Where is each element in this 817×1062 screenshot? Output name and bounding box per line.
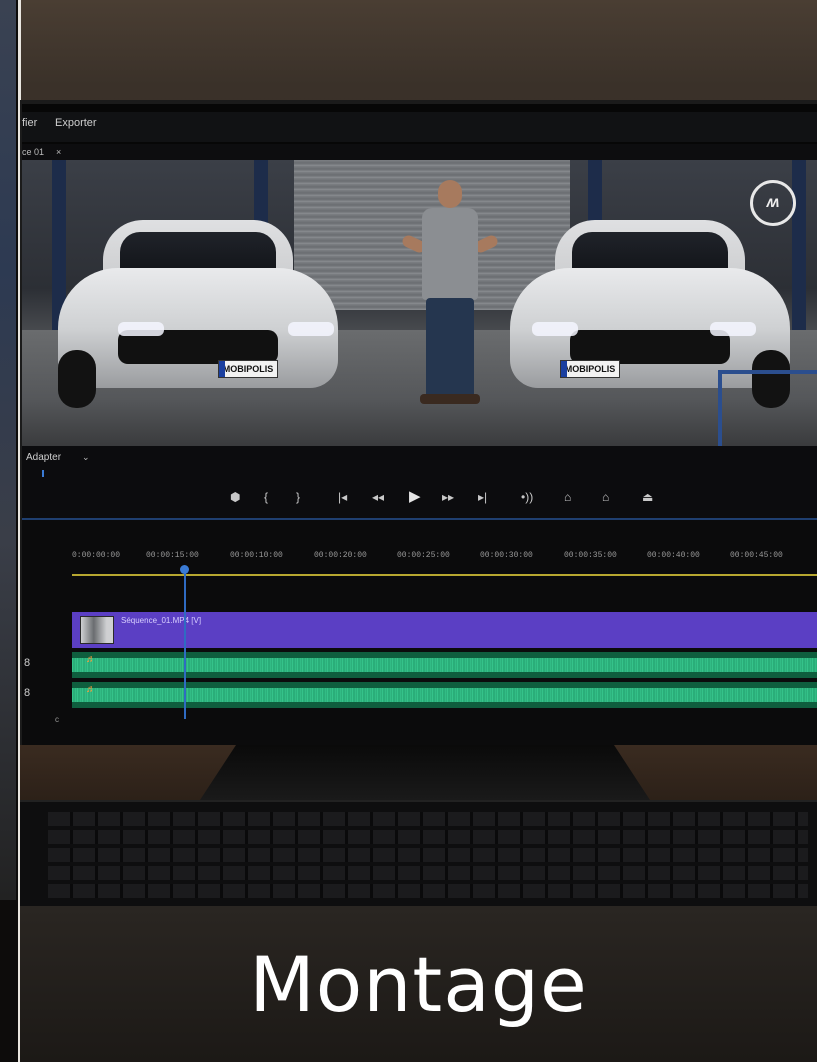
car-wheel <box>58 350 96 408</box>
page-title: Montage <box>249 940 588 1029</box>
timecode: 0:00:00:00 <box>72 551 121 560</box>
timecode: 00:00:45:00 <box>730 551 783 560</box>
track-label: c <box>55 715 59 724</box>
export-frame-icon[interactable]: ⏏ <box>642 490 653 504</box>
mark-in-icon[interactable]: { <box>264 490 268 504</box>
step-back-icon[interactable]: ◂◂ <box>372 490 384 504</box>
chevron-down-icon[interactable]: ⌄ <box>82 452 90 463</box>
monitor-stand <box>200 745 650 800</box>
license-plate: MOBIPOLIS <box>560 360 620 378</box>
car-grille <box>570 330 730 364</box>
audio-note-icon: ♬ <box>86 654 96 665</box>
timecode: 00:00:10:00 <box>230 551 283 560</box>
go-to-in-icon[interactable]: |◂ <box>338 490 347 504</box>
mark-out-icon[interactable]: } <box>296 490 300 504</box>
program-preview: MOBIPOLIS MOBIPOLIS ʍ <box>22 160 817 446</box>
fit-dropdown[interactable]: Adapter <box>26 452 61 463</box>
headlight <box>532 322 578 336</box>
clip-label: Séquence_01.MP4 [V] <box>121 616 202 625</box>
clip-thumbnail <box>80 616 114 644</box>
equipment-rack <box>718 370 817 446</box>
add-marker-icon[interactable]: ⬢ <box>230 490 240 504</box>
play-icon[interactable]: ▶ <box>409 487 421 505</box>
timecode: 00:00:35:00 <box>564 551 617 560</box>
link-icon[interactable]: 8 <box>24 657 30 669</box>
mini-playhead-marker[interactable] <box>42 470 44 477</box>
key-row <box>48 866 808 880</box>
left-photo-strip <box>0 0 16 900</box>
presenter <box>398 180 502 420</box>
headlight <box>710 322 756 336</box>
tab-close-icon[interactable]: × <box>56 147 61 157</box>
step-forward-icon[interactable]: ▸▸ <box>442 490 454 504</box>
menu-item-exporter[interactable]: Exporter <box>55 117 97 129</box>
headlight <box>118 322 164 336</box>
timecode: 00:00:15:00 <box>146 551 199 560</box>
car-left: MOBIPOLIS <box>58 220 338 410</box>
audio-note-icon: ♬ <box>86 684 96 695</box>
key-row <box>48 830 808 844</box>
key-row <box>48 884 808 898</box>
tab-bar <box>22 144 817 160</box>
extract-icon[interactable]: ⌂ <box>602 490 609 504</box>
keyboard <box>20 800 817 906</box>
playhead-line[interactable] <box>184 569 186 719</box>
headlight <box>288 322 334 336</box>
timecode: 00:00:40:00 <box>647 551 700 560</box>
loop-icon[interactable]: •)) <box>521 490 533 504</box>
key-row <box>48 848 808 862</box>
timecode: 00:00:30:00 <box>480 551 533 560</box>
presenter-legs <box>426 298 474 398</box>
presenter-shoes <box>420 394 480 404</box>
viewer-controls <box>22 446 817 518</box>
timecode: 00:00:20:00 <box>314 551 367 560</box>
watermark-logo: ʍ <box>750 180 796 226</box>
presenter-head <box>438 180 462 208</box>
presenter-shirt <box>422 208 478 300</box>
lift-icon[interactable]: ⌂ <box>564 490 571 504</box>
playhead-handle[interactable] <box>180 565 189 574</box>
license-plate: MOBIPOLIS <box>218 360 278 378</box>
menu-item-modifier[interactable]: fier <box>22 117 37 129</box>
timecode: 00:00:25:00 <box>397 551 450 560</box>
go-to-out-icon[interactable]: ▸| <box>478 490 487 504</box>
menu-bar <box>22 112 817 142</box>
link-icon[interactable]: 8 <box>24 687 30 699</box>
monitor-screen: fier Exporter ce 01 × MOBIPOLIS MOBIPOLI… <box>20 100 817 749</box>
key-row <box>48 812 808 826</box>
tab-sequence[interactable]: ce 01 <box>22 147 44 157</box>
